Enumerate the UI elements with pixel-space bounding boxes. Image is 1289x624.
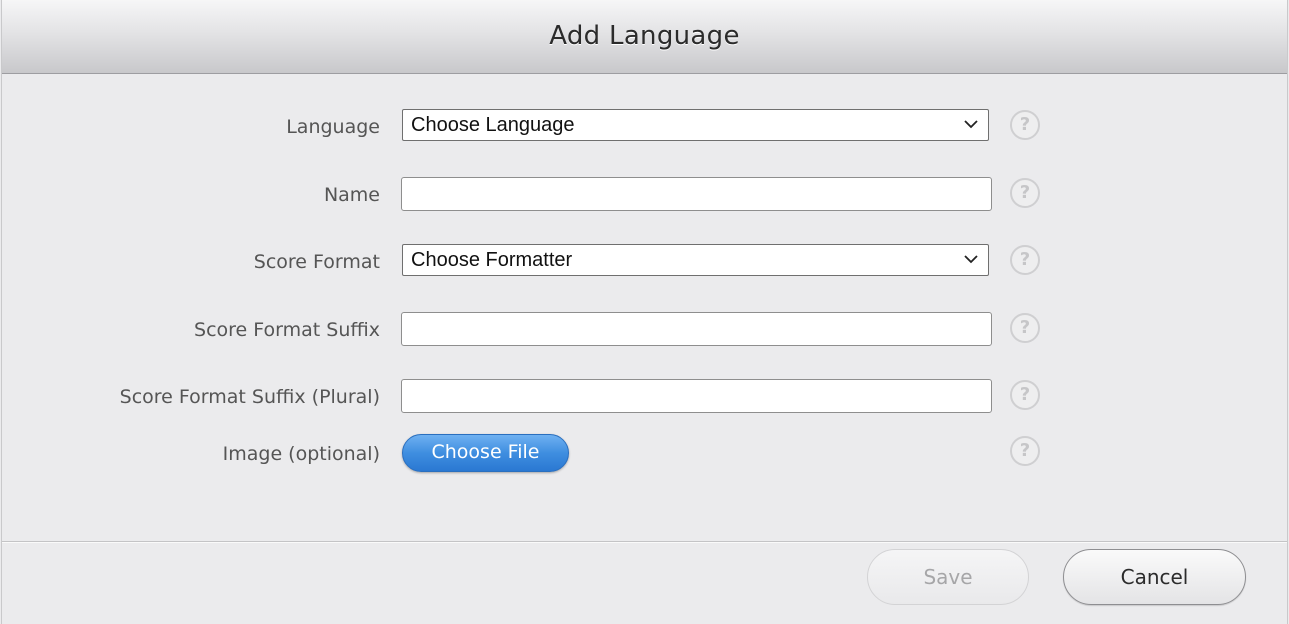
score-format-label: Score Format [253,251,380,273]
language-select-value: Choose Language [411,114,575,136]
score-format-suffix-input[interactable] [401,312,992,346]
score-format-select-value: Choose Formatter [411,249,573,271]
chevron-down-icon [964,120,978,129]
help-icon[interactable]: ? [1010,380,1040,410]
score-format-row: Score Format Choose Formatter ? [2,244,1287,280]
choose-file-button[interactable]: Choose File [402,434,569,472]
score-format-suffix-plural-input[interactable] [401,379,992,413]
dialog-titlebar: Add Language [2,0,1287,74]
score-format-suffix-plural-row: Score Format Suffix (Plural) ? [2,379,1287,415]
score-format-select[interactable]: Choose Formatter [402,244,989,276]
help-icon[interactable]: ? [1010,178,1040,208]
name-input[interactable] [401,177,992,211]
help-icon[interactable]: ? [1010,436,1040,466]
help-icon[interactable]: ? [1010,110,1040,140]
score-format-suffix-label: Score Format Suffix [194,319,380,341]
cancel-button[interactable]: Cancel [1063,549,1246,605]
image-row: Image (optional) Choose File ? [2,434,1287,472]
help-icon[interactable]: ? [1010,245,1040,275]
footer-divider-highlight [2,542,1287,543]
language-select[interactable]: Choose Language [402,109,989,141]
add-language-dialog: Add Language Language Choose Language ? … [1,0,1288,624]
score-format-suffix-row: Score Format Suffix ? [2,312,1287,348]
chevron-down-icon [964,255,978,264]
save-button[interactable]: Save [867,549,1029,605]
name-label: Name [323,184,380,206]
image-label: Image (optional) [222,443,380,465]
name-row: Name ? [2,177,1287,213]
language-row: Language Choose Language ? [2,109,1287,145]
dialog-title: Add Language [549,21,740,51]
help-icon[interactable]: ? [1010,313,1040,343]
language-label: Language [286,116,380,138]
score-format-suffix-plural-label: Score Format Suffix (Plural) [119,386,380,408]
